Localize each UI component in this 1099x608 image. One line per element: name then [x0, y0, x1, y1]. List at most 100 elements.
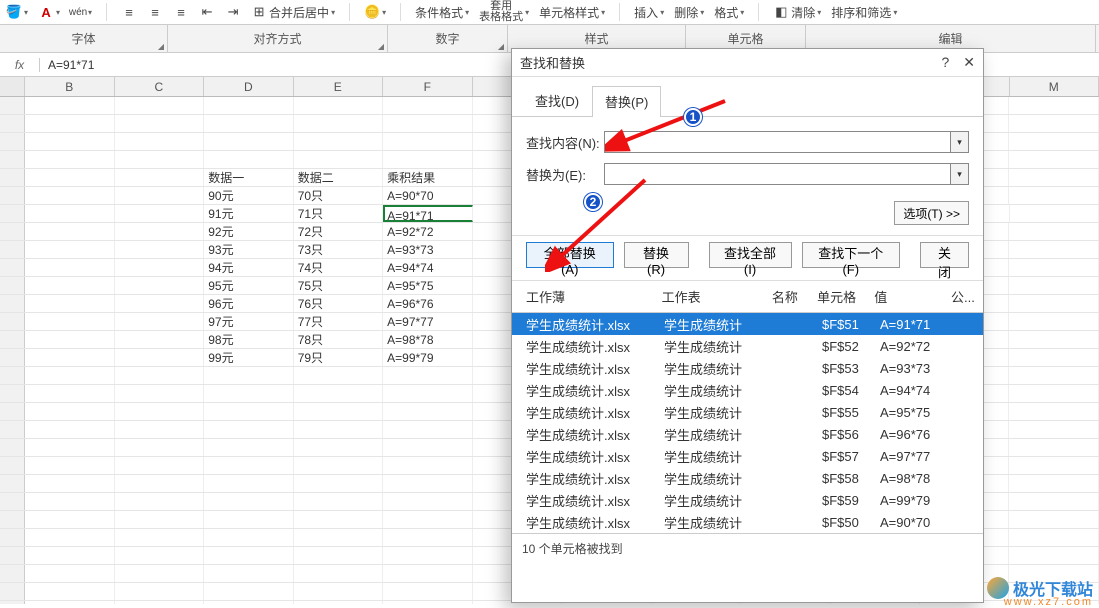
grid-cell[interactable]: 77只 [294, 313, 383, 330]
grid-cell[interactable] [115, 403, 204, 420]
grid-cell[interactable] [1009, 421, 1098, 438]
grid-cell[interactable] [1009, 277, 1098, 294]
grid-cell[interactable]: 71只 [294, 205, 383, 222]
delete-button[interactable]: 删除▾ [674, 4, 704, 21]
grid-cell[interactable]: 73只 [294, 241, 383, 258]
col-name[interactable]: 名称 [768, 285, 813, 308]
result-row[interactable]: 学生成绩统计.xlsx学生成绩统计$F$55A=95*75 [512, 401, 983, 423]
grid-cell[interactable]: 数据一 [204, 169, 293, 186]
grid-cell[interactable]: 91元 [204, 205, 293, 222]
grid-cell[interactable] [25, 277, 114, 294]
replace-input[interactable] [604, 163, 951, 185]
grid-cell[interactable]: A=98*78 [383, 331, 472, 348]
grid-cell[interactable] [115, 565, 204, 582]
grid-cell[interactable] [25, 385, 114, 402]
grid-cell[interactable] [204, 115, 293, 132]
grid-cell[interactable] [1009, 97, 1098, 114]
grid-cell[interactable] [383, 439, 472, 456]
grid-cell[interactable]: 乘积结果 [383, 169, 472, 186]
grid-cell[interactable] [294, 565, 383, 582]
grid-cell[interactable] [294, 421, 383, 438]
grid-cell[interactable] [25, 565, 114, 582]
col-header[interactable]: C [115, 77, 205, 96]
grid-cell[interactable] [115, 529, 204, 546]
grid-cell[interactable] [1009, 367, 1098, 384]
grid-cell[interactable] [204, 583, 293, 600]
col-cell[interactable]: 单元格 [813, 285, 870, 308]
grid-cell[interactable] [115, 439, 204, 456]
grid-cell[interactable] [25, 169, 114, 186]
grid-cell[interactable] [204, 529, 293, 546]
grid-cell[interactable] [115, 421, 204, 438]
col-header[interactable]: E [294, 77, 384, 96]
grid-cell[interactable]: A=92*72 [383, 223, 472, 240]
indent-inc-button[interactable]: ⇥ [225, 4, 241, 20]
grid-cell[interactable] [383, 97, 472, 114]
find-next-button[interactable]: 查找下一个(F) [802, 242, 900, 268]
cond-format-button[interactable]: 条件格式▾ [415, 4, 469, 21]
grid-cell[interactable] [1010, 205, 1099, 222]
grid-cell[interactable] [383, 565, 472, 582]
fill-color-button[interactable]: 🪣▾ [6, 4, 28, 20]
grid-cell[interactable]: 99元 [204, 349, 293, 366]
grid-cell[interactable]: 98元 [204, 331, 293, 348]
grid-cell[interactable] [1009, 547, 1098, 564]
grid-cell[interactable]: A=95*75 [383, 277, 472, 294]
grid-cell[interactable] [115, 223, 204, 240]
grid-cell[interactable] [25, 241, 114, 258]
grid-cell[interactable] [115, 331, 204, 348]
grid-cell[interactable] [204, 385, 293, 402]
grid-cell[interactable] [1009, 475, 1098, 492]
replace-dropdown[interactable]: ▾ [951, 163, 969, 185]
grid-cell[interactable] [204, 493, 293, 510]
grid-cell[interactable] [115, 511, 204, 528]
grid-cell[interactable] [204, 151, 293, 168]
grid-cell[interactable] [383, 367, 472, 384]
grid-cell[interactable] [1009, 349, 1098, 366]
grid-cell[interactable] [294, 97, 383, 114]
grid-cell[interactable] [25, 205, 114, 222]
grid-cell[interactable] [115, 169, 204, 186]
grid-cell[interactable] [115, 547, 204, 564]
grid-cell[interactable]: A=91*71 [383, 205, 472, 222]
grid-cell[interactable] [115, 313, 204, 330]
find-input[interactable] [604, 131, 951, 153]
grid-cell[interactable] [1009, 403, 1098, 420]
grid-cell[interactable] [383, 115, 472, 132]
grid-cell[interactable]: 72只 [294, 223, 383, 240]
grid-cell[interactable] [115, 277, 204, 294]
grid-cell[interactable] [115, 457, 204, 474]
grid-cell[interactable] [25, 475, 114, 492]
grid-cell[interactable] [204, 97, 293, 114]
grid-cell[interactable] [25, 331, 114, 348]
grid-cell[interactable] [25, 583, 114, 600]
col-workbook[interactable]: 工作薄 [522, 285, 658, 308]
result-row[interactable]: 学生成绩统计.xlsx学生成绩统计$F$57A=97*77 [512, 445, 983, 467]
grid-cell[interactable] [115, 367, 204, 384]
close-icon[interactable]: ✕ [963, 54, 975, 71]
grid-cell[interactable] [25, 511, 114, 528]
grid-cell[interactable] [115, 115, 204, 132]
col-header[interactable]: F [383, 77, 473, 96]
grid-cell[interactable] [383, 133, 472, 150]
sort-filter-button[interactable]: 排序和筛选▾ [831, 4, 897, 21]
result-row[interactable]: 学生成绩统计.xlsx学生成绩统计$F$56A=96*76 [512, 423, 983, 445]
grid-cell[interactable]: A=99*79 [383, 349, 472, 366]
grid-cell[interactable]: 70只 [294, 187, 383, 204]
grid-cell[interactable]: 79只 [294, 349, 383, 366]
col-worksheet[interactable]: 工作表 [658, 285, 768, 308]
grid-cell[interactable] [1009, 331, 1098, 348]
grid-cell[interactable] [383, 475, 472, 492]
grid-cell[interactable] [1009, 259, 1098, 276]
number-format-button[interactable]: 🪙▾ [364, 4, 386, 20]
grid-cell[interactable]: A=94*74 [383, 259, 472, 276]
fx-label[interactable]: fx [0, 58, 40, 72]
clear-button[interactable]: ◧清除▾ [773, 4, 821, 21]
grid-cell[interactable]: 93元 [204, 241, 293, 258]
select-all-corner[interactable] [0, 77, 25, 96]
grid-cell[interactable] [204, 511, 293, 528]
grid-cell[interactable] [1009, 313, 1098, 330]
result-row[interactable]: 学生成绩统计.xlsx学生成绩统计$F$58A=98*78 [512, 467, 983, 489]
grid-cell[interactable] [294, 439, 383, 456]
insert-button[interactable]: 插入▾ [634, 4, 664, 21]
